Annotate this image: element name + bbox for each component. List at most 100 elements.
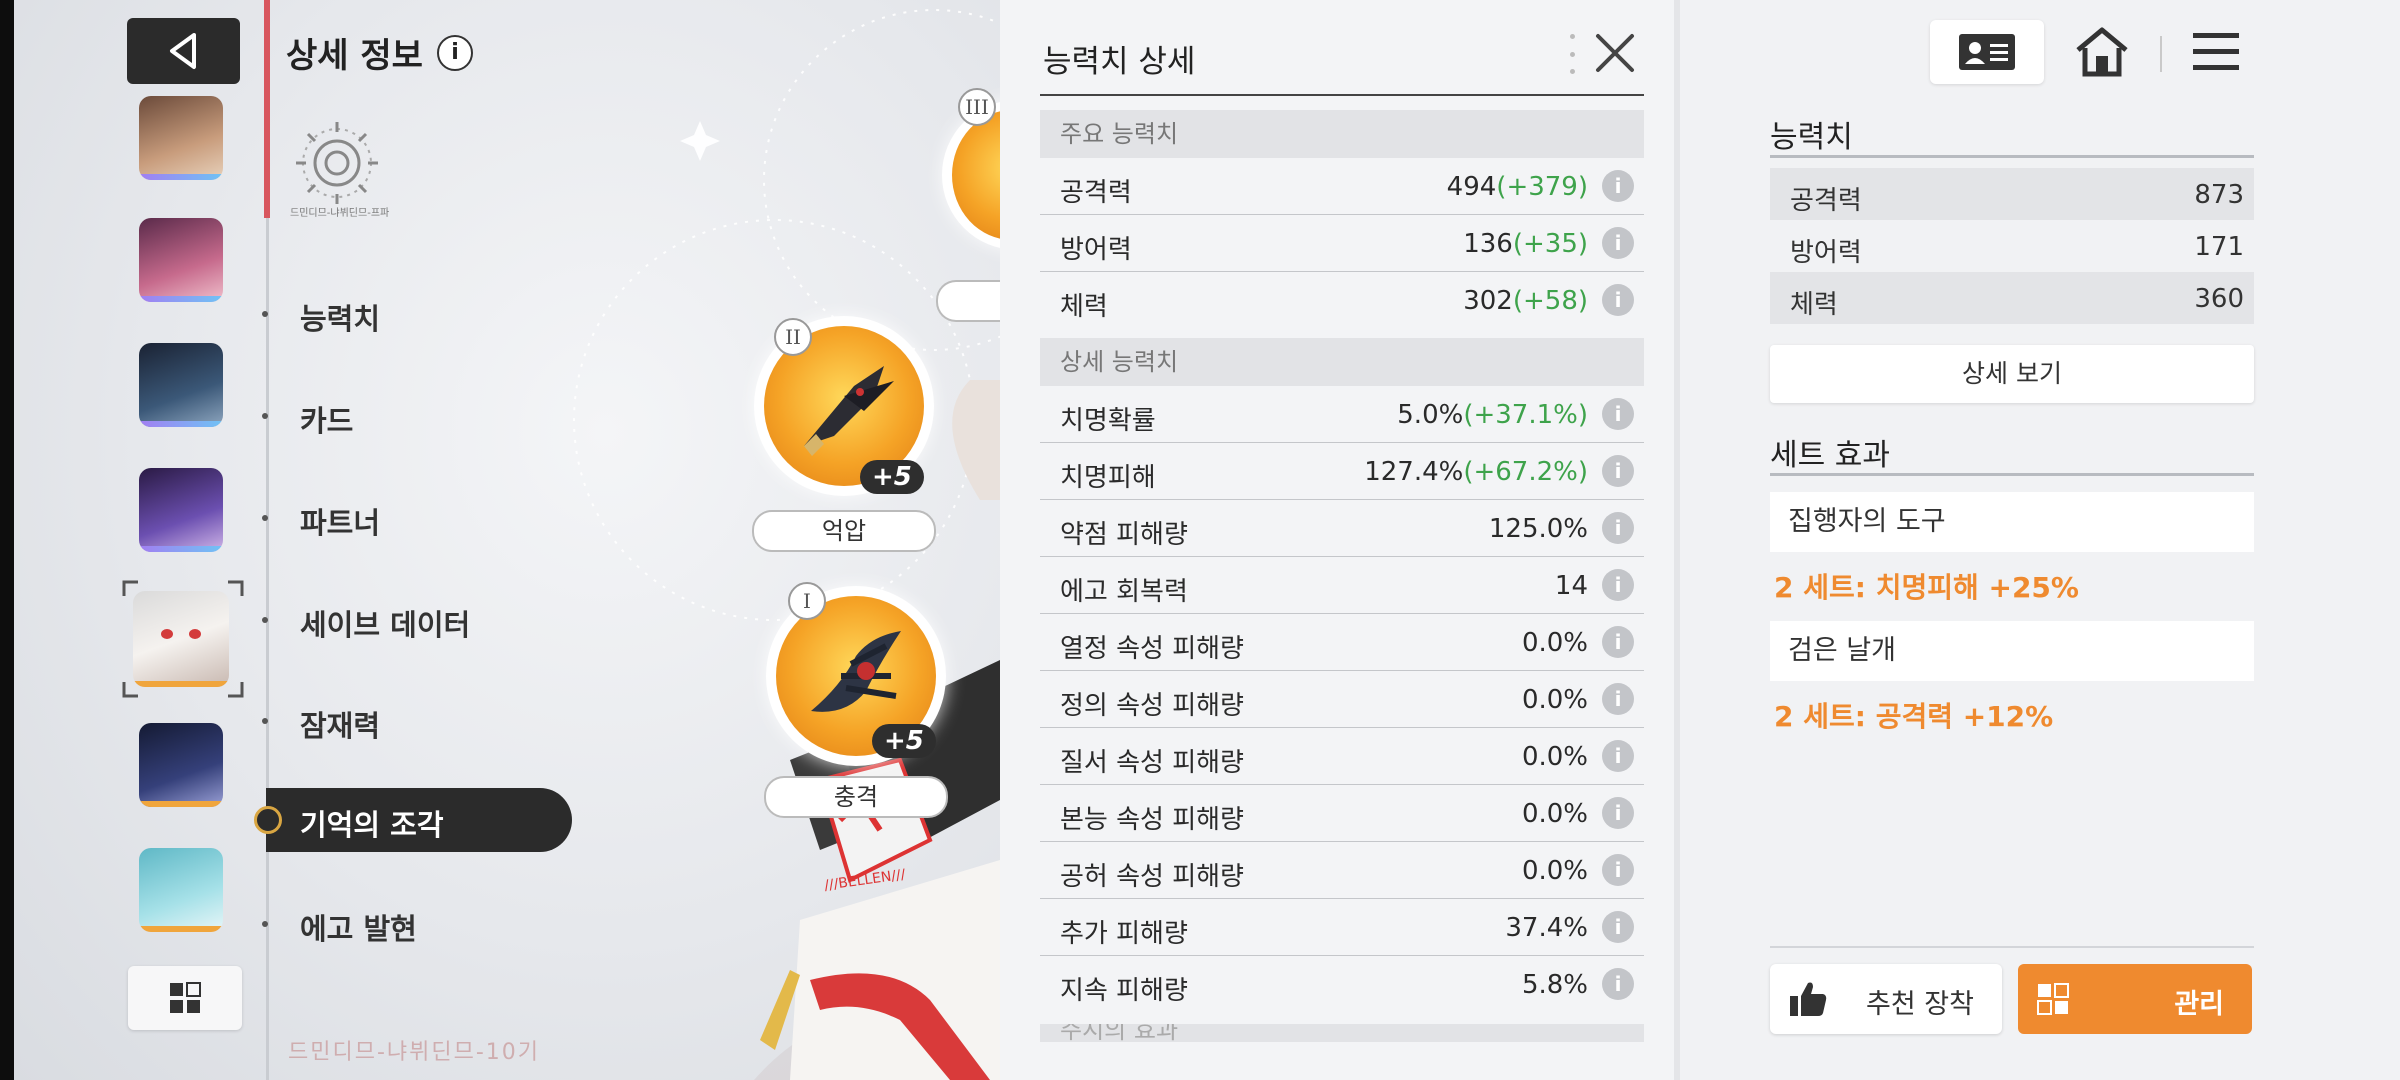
info-icon[interactable]: i [1602,284,1634,316]
character-avatar-6[interactable] [139,723,223,807]
set-effect-text: 2 세트: 치명피해 +25% [1774,571,2079,604]
stat-label: 열정 속성 피해량 [1060,634,1244,664]
stat-label: 에고 회복력 [1060,577,1188,607]
stat-value: 0.0% [1521,742,1588,772]
character-avatar-7[interactable] [139,848,223,932]
thumbs-up-icon [1790,982,1827,1016]
info-icon[interactable]: i [1602,512,1634,544]
nav-dot [262,311,268,317]
stat-label: 치명확률 [1060,406,1156,436]
grid-view-button[interactable] [128,966,242,1030]
stat-value: 5.0%(+37.1%) [1397,400,1588,430]
character-avatar-4[interactable] [139,468,223,552]
back-button[interactable] [127,18,240,84]
info-icon[interactable]: i [1602,455,1634,487]
menu-icon [2193,33,2239,70]
info-icon[interactable]: i [1602,911,1634,943]
slot-2-label: 억압 [752,510,936,552]
slot-3-label [936,280,1006,322]
info-icon[interactable]: i [1602,569,1634,601]
slot-1-label: 충격 [764,776,948,818]
stat-label: 방어력 [1060,235,1132,265]
stat-label: 공허 속성 피해량 [1060,862,1244,892]
bottom-logo-text: 드민디므-냐뷔딘므-10기 [288,1040,541,1065]
main-stats-section-header: 주요 능력치 [1040,110,1644,158]
nav-item-ego-manifest[interactable]: 에고 발현 [300,906,417,948]
set-name-box: 집행자의 도구 [1770,492,2254,552]
stat-label: 질서 속성 피해량 [1060,748,1244,778]
grid-icon [2037,983,2069,1015]
slot-1-numeral: I [788,582,826,620]
character-avatar-1[interactable] [139,96,223,180]
summary-stat-value: 171 [2194,232,2244,262]
view-details-button[interactable]: 상세 보기 [1770,345,2254,403]
stat-value: 302(+58) [1463,286,1588,316]
stat-label: 치명피해 [1060,463,1156,493]
stat-value: 0.0% [1521,628,1588,658]
stat-label: 약점 피해량 [1060,520,1188,550]
info-icon[interactable]: i [1602,227,1634,259]
memory-card-image-2 [804,366,894,456]
info-icon[interactable]: i [1602,398,1634,430]
info-icon[interactable]: i [1602,626,1634,658]
slot-3-numeral: III [958,88,996,126]
character-avatar-2[interactable] [139,218,223,302]
heading-underline [1770,473,2254,476]
set-effect-heading: 세트 효과 [1770,438,1890,473]
stat-value: 0.0% [1521,856,1588,886]
nav-dot [262,718,268,724]
nav-item-stats[interactable]: 능력치 [300,296,380,338]
drag-handle-icon[interactable] [1570,34,1576,74]
faction-emblem-icon [296,122,378,204]
stat-value: 14 [1554,571,1588,601]
manage-button[interactable]: 관리 [2018,964,2252,1034]
close-icon[interactable] [1590,28,1640,78]
summary-stats-heading: 능력치 [1770,120,1853,155]
character-avatar-3[interactable] [139,343,223,427]
stat-label: 정의 속성 피해량 [1060,691,1244,721]
nav-dot [262,921,268,927]
stat-row: 지속 피해량 5.8% i [1040,956,1644,1013]
nav-dot [262,515,268,521]
info-icon[interactable]: i [1602,797,1634,829]
slot-2-numeral: II [774,318,812,356]
stat-value: 37.4% [1505,913,1588,943]
stat-row: 방어력 136(+35) i [1040,215,1644,272]
profile-button[interactable] [1930,20,2044,84]
title-underline [1040,94,1644,96]
nav-item-save-data[interactable]: 세이브 데이터 [300,602,470,644]
nav-item-potential[interactable]: 잠재력 [300,703,380,745]
stat-value: 0.0% [1521,685,1588,715]
info-icon[interactable]: i [1602,683,1634,715]
scrolled-section-header: 주시의 효과 [1040,1024,1644,1042]
slot-2-level-badge: +5 [860,460,924,494]
stat-value: 136(+35) [1463,229,1588,259]
info-icon[interactable]: i [1602,170,1634,202]
stat-row: 추가 피해량 37.4% i [1040,899,1644,956]
nav-item-cards[interactable]: 카드 [300,398,353,440]
page-title-text: 상세 정보 [286,36,423,76]
nav-dot [262,617,268,623]
info-icon[interactable]: i [436,34,473,71]
summary-stat-label: 방어력 [1790,238,1862,268]
toolbar-separator [2160,36,2162,72]
stat-label: 공격력 [1060,178,1132,208]
stat-label: 체력 [1060,292,1108,322]
character-avatar-selected[interactable] [133,591,229,687]
info-icon[interactable]: i [1602,968,1634,1000]
info-icon[interactable]: i [1602,854,1634,886]
nav-dot [262,413,268,419]
menu-button[interactable] [2184,20,2248,84]
recommend-equip-button[interactable]: 추천 장착 [1770,964,2002,1034]
stat-row: 체력 302(+58) i [1040,272,1644,329]
memory-card-image-1 [811,631,901,712]
stat-row: 열정 속성 피해량 0.0% i [1040,614,1644,671]
home-button[interactable] [2070,20,2134,84]
stat-value: 0.0% [1521,799,1588,829]
heading-underline [1770,155,2254,158]
summary-stat-row: 방어력 171 [1770,220,2254,272]
stat-label: 본능 속성 피해량 [1060,805,1244,835]
info-icon[interactable]: i [1602,740,1634,772]
nav-item-partner[interactable]: 파트너 [300,500,380,542]
summary-stat-label: 체력 [1790,290,1838,320]
